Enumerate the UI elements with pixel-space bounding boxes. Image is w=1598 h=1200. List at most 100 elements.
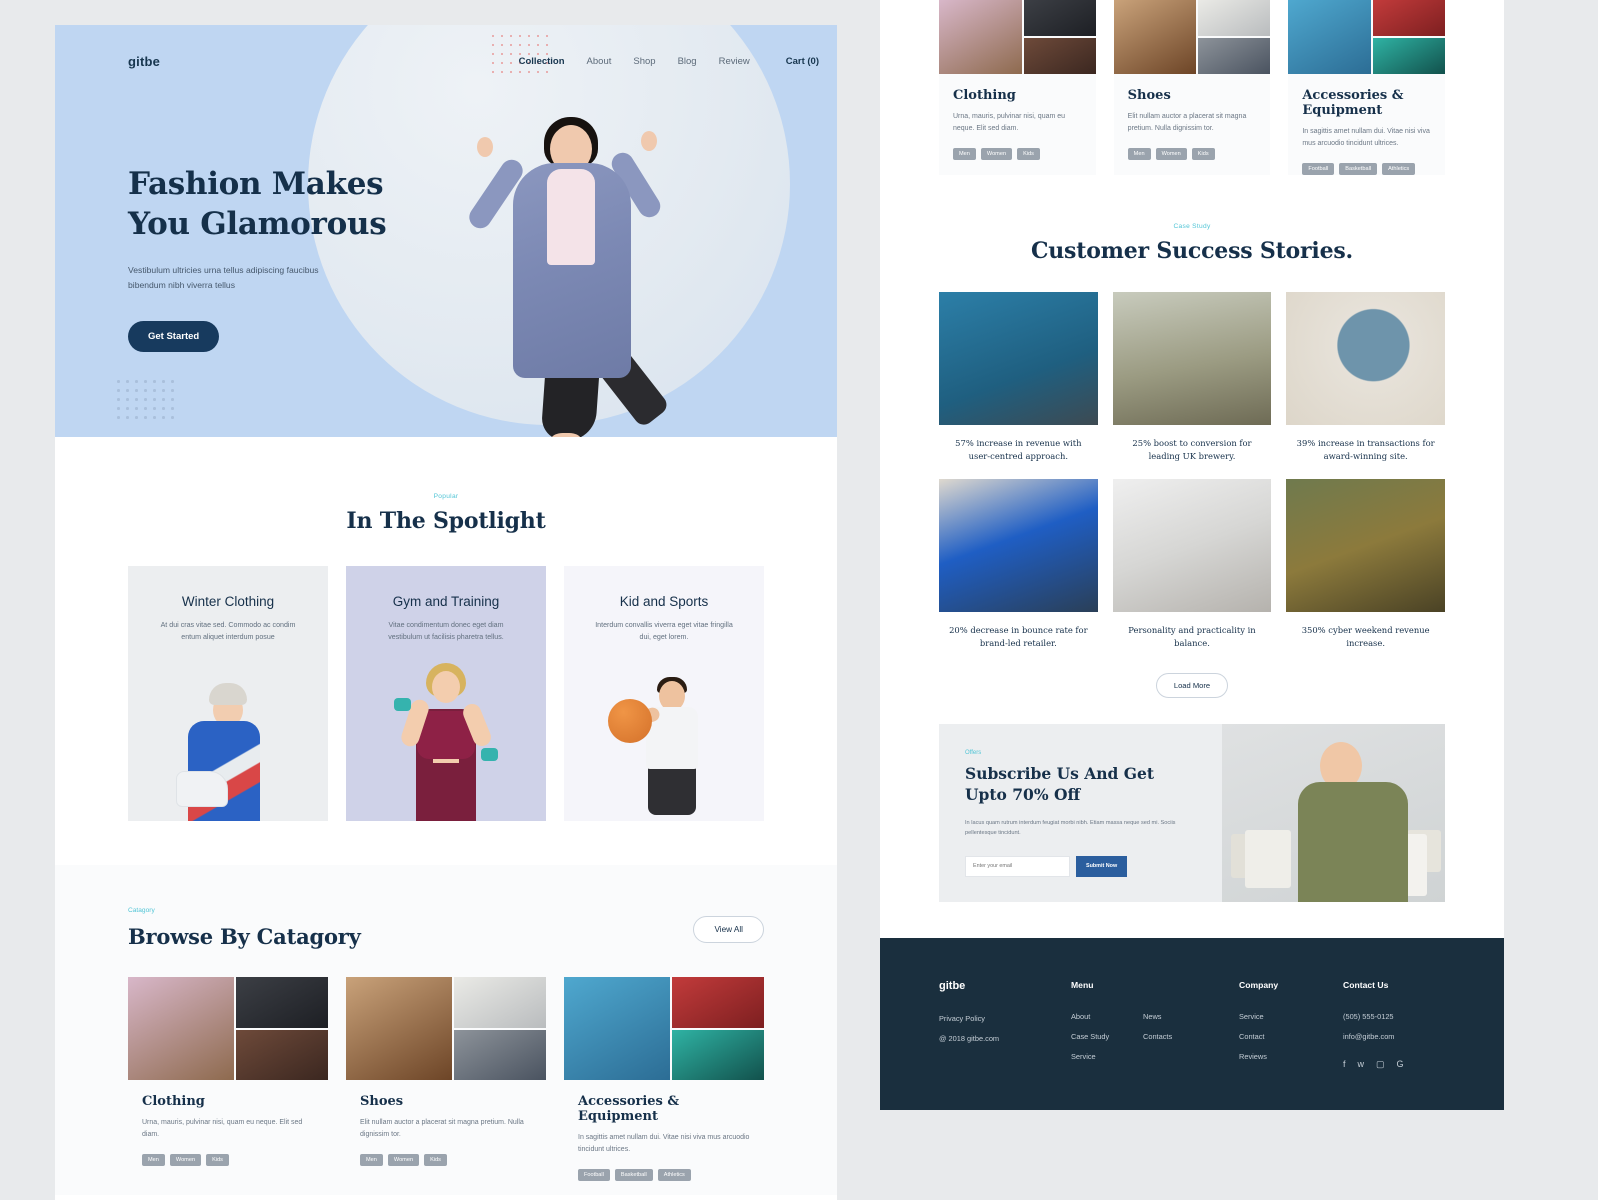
category-desc: Elit nullam auctor a placerat sit magna … <box>360 1119 524 1139</box>
footer-link-news[interactable]: News <box>1143 1012 1239 1021</box>
success-title: Customer Success Stories. <box>1030 237 1354 264</box>
footer-company-links: Service Contact Reviews <box>1239 1012 1343 1061</box>
spotlight-section: Popular In The Spotlight Winter Clothing… <box>55 437 837 821</box>
tag-men[interactable]: Men <box>360 1153 383 1166</box>
category-name: Clothing <box>953 88 1016 103</box>
tag-kids[interactable]: Kids <box>206 1153 229 1166</box>
site-footer: gitbe Privacy Policy @ 2018 gitbe.com Me… <box>880 938 1504 1110</box>
footer-link-company-contact[interactable]: Contact <box>1239 1032 1343 1041</box>
shoes-card-body-continued: Shoes Elit nullam auctor a placerat sit … <box>1114 74 1271 160</box>
gym-training-image <box>346 661 546 821</box>
tag-men[interactable]: Men <box>953 147 976 160</box>
tag-basketball[interactable]: Basketball <box>614 1168 653 1181</box>
footer-link-case-study[interactable]: Case Study <box>1071 1032 1143 1041</box>
category-tags: Men Women Kids <box>1127 147 1257 160</box>
footer-link-contacts[interactable]: Contacts <box>1143 1032 1239 1041</box>
spotlight-card-gym-and-training[interactable]: Gym and Training Vitae condimentum donec… <box>346 566 546 821</box>
accessories-card-body: Accessories & Equipment In sagittis amet… <box>564 1080 764 1181</box>
category-title: Browse By Catagory <box>128 924 361 949</box>
story-card[interactable]: 350% cyber weekend revenue increase. <box>1286 478 1445 651</box>
category-card-shoes-continued[interactable]: Shoes Elit nullam auctor a placerat sit … <box>1113 0 1271 175</box>
tag-athletics[interactable]: Athletics <box>1382 162 1416 175</box>
spotlight-title: In The Spotlight <box>346 508 546 534</box>
category-card-accessories-continued[interactable]: Accessories & Equipment In sagittis amet… <box>1288 0 1446 175</box>
customer-success-section: Case Study Customer Success Stories. 57%… <box>939 223 1445 698</box>
tag-kids[interactable]: Kids <box>1191 147 1215 160</box>
category-cards: Clothing Urna, mauris, pulvinar nisi, qu… <box>128 977 764 1181</box>
tag-women[interactable]: Women <box>387 1153 420 1166</box>
page-top-section: gitbe Collection About Shop Blog Review … <box>55 25 837 1200</box>
footer-link-company-service[interactable]: Service <box>1239 1012 1343 1021</box>
story-card[interactable]: 20% decrease in bounce rate for brand-le… <box>939 478 1098 651</box>
story-image <box>1286 291 1445 425</box>
logo-gitbe[interactable]: gitbe <box>128 54 160 69</box>
tag-kids[interactable]: Kids <box>1017 147 1040 160</box>
footer-link-about[interactable]: About <box>1071 1012 1143 1021</box>
spotlight-cards: Winter Clothing At dui cras vitae sed. C… <box>128 566 764 821</box>
load-more-button[interactable]: Load More <box>1155 672 1229 698</box>
nav-item-review[interactable]: Review <box>719 56 750 67</box>
nav-item-about[interactable]: About <box>587 56 612 67</box>
footer-menu-heading: Menu <box>1071 980 1094 990</box>
category-card-clothing[interactable]: Clothing Urna, mauris, pulvinar nisi, qu… <box>128 977 328 1181</box>
tag-kids[interactable]: Kids <box>424 1153 447 1166</box>
tag-athletics[interactable]: Athletics <box>657 1168 691 1181</box>
google-plus-icon[interactable]: G <box>1397 1059 1404 1070</box>
tag-men[interactable]: Men <box>1127 147 1151 160</box>
get-started-button[interactable]: Get Started <box>128 321 220 353</box>
hero-title-line2: You Glamorous <box>128 205 387 242</box>
footer-link-service[interactable]: Service <box>1071 1052 1143 1061</box>
offer-title: Subscribe Us And Get Upto 70% Off <box>965 764 1232 806</box>
category-name: Shoes <box>360 1094 404 1109</box>
footer-logo[interactable]: gitbe <box>939 980 1071 992</box>
nav-item-blog[interactable]: Blog <box>678 56 697 67</box>
subscribe-offer-section: Offers Subscribe Us And Get Upto 70% Off… <box>939 723 1445 902</box>
footer-company-heading: Company <box>1239 980 1279 990</box>
footer-menu-links-2: News Contacts <box>1143 1012 1239 1041</box>
story-card[interactable]: 57% increase in revenue with user-centre… <box>939 291 1098 464</box>
spotlight-card-kid-and-sports[interactable]: Kid and Sports Interdum convallis viverr… <box>564 566 764 821</box>
kid-sports-image <box>564 661 764 821</box>
tag-women[interactable]: Women <box>1155 147 1187 160</box>
story-caption: 39% increase in transactions for award-w… <box>1296 437 1435 462</box>
story-image <box>1112 291 1272 425</box>
footer-email-address[interactable]: info@gitbe.com <box>1343 1032 1445 1041</box>
footer-phone-number[interactable]: (505) 555-0125 <box>1343 1012 1445 1021</box>
footer-menu-links-1: About Case Study Service <box>1071 1012 1143 1061</box>
tag-women[interactable]: Women <box>980 147 1013 160</box>
category-card-shoes[interactable]: Shoes Elit nullam auctor a placerat sit … <box>346 977 546 1181</box>
footer-link-privacy-policy[interactable]: Privacy Policy <box>939 1014 1071 1023</box>
story-card[interactable]: 39% increase in transactions for award-w… <box>1286 291 1445 464</box>
tag-football[interactable]: Football <box>578 1168 610 1181</box>
spotlight-card-desc: At dui cras vitae sed. Commodo ac condim… <box>160 621 296 642</box>
clothing-image-collage <box>939 0 1096 74</box>
spotlight-eyebrow: Popular <box>433 493 459 500</box>
twitter-icon[interactable]: w <box>1358 1059 1365 1070</box>
facebook-icon[interactable]: f <box>1343 1059 1346 1070</box>
spotlight-card-winter-clothing[interactable]: Winter Clothing At dui cras vitae sed. C… <box>128 566 328 821</box>
shoes-image-collage <box>1113 0 1271 74</box>
category-card-clothing-continued[interactable]: Clothing Urna, mauris, pulvinar nisi, qu… <box>939 0 1096 175</box>
cart-link[interactable]: Cart (0) <box>786 56 819 67</box>
main-navigation: gitbe Collection About Shop Blog Review … <box>55 25 837 97</box>
nav-item-collection[interactable]: Collection <box>519 56 565 67</box>
subscribe-form: Submit Now <box>965 855 1232 877</box>
instagram-icon[interactable]: ▢ <box>1376 1059 1385 1070</box>
story-image <box>939 478 1098 612</box>
view-all-button[interactable]: View All <box>693 916 764 943</box>
story-card[interactable]: 25% boost to conversion for leading UK b… <box>1112 291 1272 464</box>
story-card[interactable]: Personality and practicality in balance. <box>1112 478 1272 651</box>
footer-link-company-reviews[interactable]: Reviews <box>1239 1052 1343 1061</box>
clothing-card-body-continued: Clothing Urna, mauris, pulvinar nisi, qu… <box>939 74 1096 160</box>
email-input[interactable] <box>965 855 1070 877</box>
tag-football[interactable]: Football <box>1302 162 1335 175</box>
tag-basketball[interactable]: Basketball <box>1339 162 1378 175</box>
tag-women[interactable]: Women <box>169 1153 202 1166</box>
offer-text-block: Offers Subscribe Us And Get Upto 70% Off… <box>939 724 1232 902</box>
category-card-accessories[interactable]: Accessories & Equipment In sagittis amet… <box>564 977 764 1181</box>
spotlight-card-desc: Vitae condimentum donec eget diam vestib… <box>388 621 504 642</box>
submit-now-button[interactable]: Submit Now <box>1076 855 1128 877</box>
nav-item-shop[interactable]: Shop <box>633 56 655 67</box>
success-stories-grid: 57% increase in revenue with user-centre… <box>939 291 1445 651</box>
tag-men[interactable]: Men <box>142 1153 165 1166</box>
